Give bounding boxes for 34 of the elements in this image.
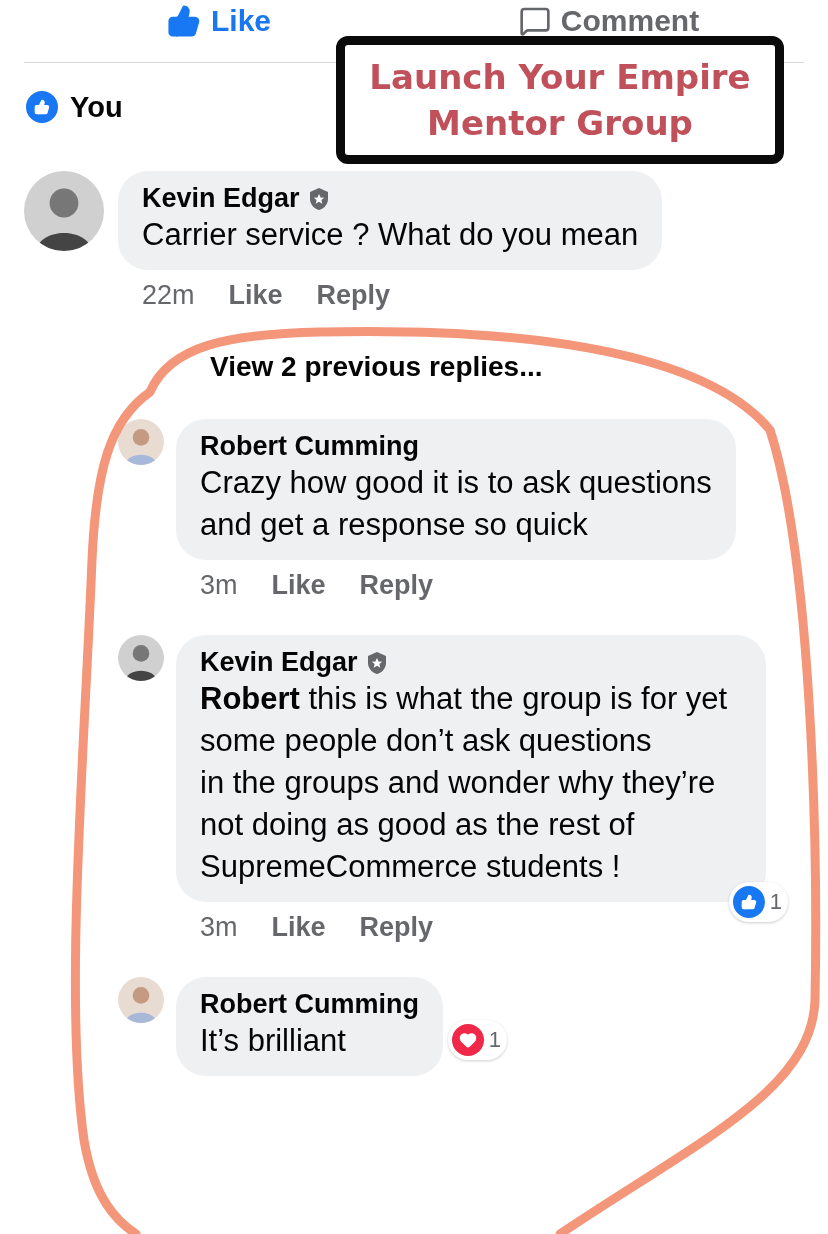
- heart-reaction-icon: [449, 1022, 486, 1058]
- comment-time: 22m: [142, 280, 195, 311]
- reply-link[interactable]: Reply: [359, 570, 434, 601]
- reaction-pill[interactable]: 1: [728, 882, 788, 922]
- commenter-name[interactable]: Kevin Edgar: [200, 647, 358, 678]
- commenter-name[interactable]: Kevin Edgar: [142, 183, 300, 214]
- commenter-name[interactable]: Robert Cumming: [200, 989, 419, 1020]
- comment-text: Carrier service ? What do you mean: [142, 216, 639, 254]
- view-previous-replies-link[interactable]: View 2 previous replies...: [210, 351, 543, 383]
- thumbs-up-icon: [167, 4, 201, 38]
- like-link[interactable]: Like: [228, 280, 283, 311]
- annotation-text: Mentor Group: [427, 102, 693, 145]
- comment-time: 3m: [200, 570, 238, 601]
- annotation-text: Launch Your Empire: [369, 56, 751, 99]
- comment-button[interactable]: Comment: [414, 0, 804, 38]
- like-reaction-icon: [730, 884, 767, 920]
- reaction-summary[interactable]: You: [70, 90, 123, 124]
- reply-link[interactable]: Reply: [359, 912, 434, 943]
- reaction-pill[interactable]: 1: [447, 1020, 507, 1060]
- speech-bubble-icon: [518, 5, 551, 37]
- reply-link[interactable]: Reply: [316, 280, 391, 311]
- comment-text: Crazy how good it is to ask questions and get a response so quick: [200, 464, 712, 544]
- like-button[interactable]: Like: [24, 0, 414, 38]
- comment-text: Robert this is what the group is for yet some people don’t ask questions in the groups and wonder why they’re not doing as good as the rest of SupremeCommerce students !: [200, 680, 729, 886]
- avatar: [118, 635, 164, 681]
- avatar: [118, 419, 164, 465]
- comment-text: It’s brilliant: [200, 1022, 347, 1060]
- commenter-name[interactable]: Robert Cumming: [200, 431, 419, 462]
- reaction-count: 1: [769, 889, 782, 915]
- avatar: [118, 977, 164, 1023]
- like-link[interactable]: Like: [271, 570, 326, 601]
- reaction-count: 1: [488, 1027, 501, 1053]
- like-link[interactable]: Like: [271, 912, 326, 943]
- comment-time: 3m: [200, 912, 238, 943]
